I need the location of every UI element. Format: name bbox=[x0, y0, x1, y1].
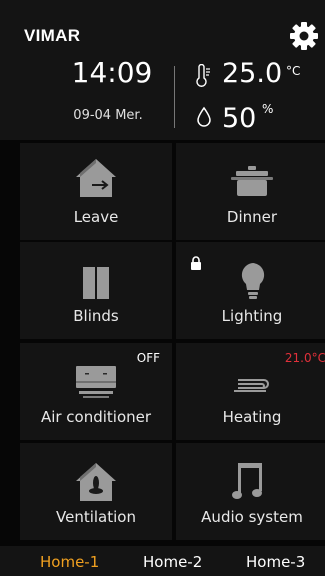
tile-label: Heating bbox=[222, 408, 282, 426]
scenario-tile-dinner[interactable]: Dinner bbox=[176, 143, 325, 240]
ac-status-badge: OFF bbox=[136, 351, 160, 365]
humidity-unit: % bbox=[262, 102, 274, 116]
scenario-tile-leave[interactable]: Leave bbox=[20, 143, 172, 240]
pot-icon bbox=[231, 166, 273, 196]
tab-home-1[interactable]: Home-1 bbox=[40, 553, 99, 571]
scenario-tile-ventilation[interactable]: Ventilation bbox=[20, 443, 172, 540]
scenario-tile-heating[interactable]: 21.0°C Heating bbox=[176, 343, 325, 440]
tile-label: Blinds bbox=[73, 307, 119, 325]
clock-date: 09-04 Mer. bbox=[73, 108, 143, 123]
humidity-drop-icon bbox=[197, 106, 211, 127]
temperature-unit: °C bbox=[286, 64, 301, 78]
humidity-value: 50 bbox=[222, 103, 257, 134]
tab-home-2[interactable]: Home-2 bbox=[143, 553, 202, 571]
scenario-tile-blinds[interactable]: Blinds bbox=[20, 242, 172, 339]
tile-label: Ventilation bbox=[56, 508, 136, 526]
tab-home-3[interactable]: Home-3 bbox=[246, 553, 305, 571]
scenario-tile-air-conditioner[interactable]: OFF Air conditioner bbox=[20, 343, 172, 440]
fan-house-icon bbox=[76, 463, 116, 501]
lock-icon bbox=[191, 256, 201, 270]
scenario-tile-audio-system[interactable]: Audio system bbox=[176, 443, 325, 540]
clock-time: 14:09 bbox=[71, 56, 153, 89]
status-header: VIMAR 14:09 09-04 Mer. 25.0 °C 50 % bbox=[0, 0, 325, 140]
heating-setpoint-badge: 21.0°C bbox=[284, 351, 325, 365]
header-divider bbox=[174, 66, 175, 128]
air-conditioner-icon bbox=[76, 366, 116, 398]
tile-label: Dinner bbox=[226, 208, 278, 226]
home-tab-bar: Home-1 Home-2 Home-3 bbox=[0, 546, 325, 576]
brand-logo: VIMAR bbox=[24, 26, 81, 45]
house-exit-icon bbox=[76, 159, 116, 197]
gear-icon[interactable] bbox=[288, 20, 320, 52]
tile-label: Air conditioner bbox=[40, 408, 152, 426]
bulb-icon bbox=[241, 263, 265, 299]
scenario-tile-lighting[interactable]: Lighting bbox=[176, 242, 325, 339]
music-note-icon bbox=[232, 463, 262, 499]
temperature-value: 25.0 bbox=[222, 58, 283, 89]
tile-label: Lighting bbox=[221, 307, 283, 325]
tile-label: Leave bbox=[73, 208, 119, 226]
thermometer-icon bbox=[196, 64, 210, 87]
blinds-icon bbox=[83, 267, 109, 299]
heating-icon bbox=[234, 379, 269, 392]
tile-label: Audio system bbox=[201, 508, 303, 526]
